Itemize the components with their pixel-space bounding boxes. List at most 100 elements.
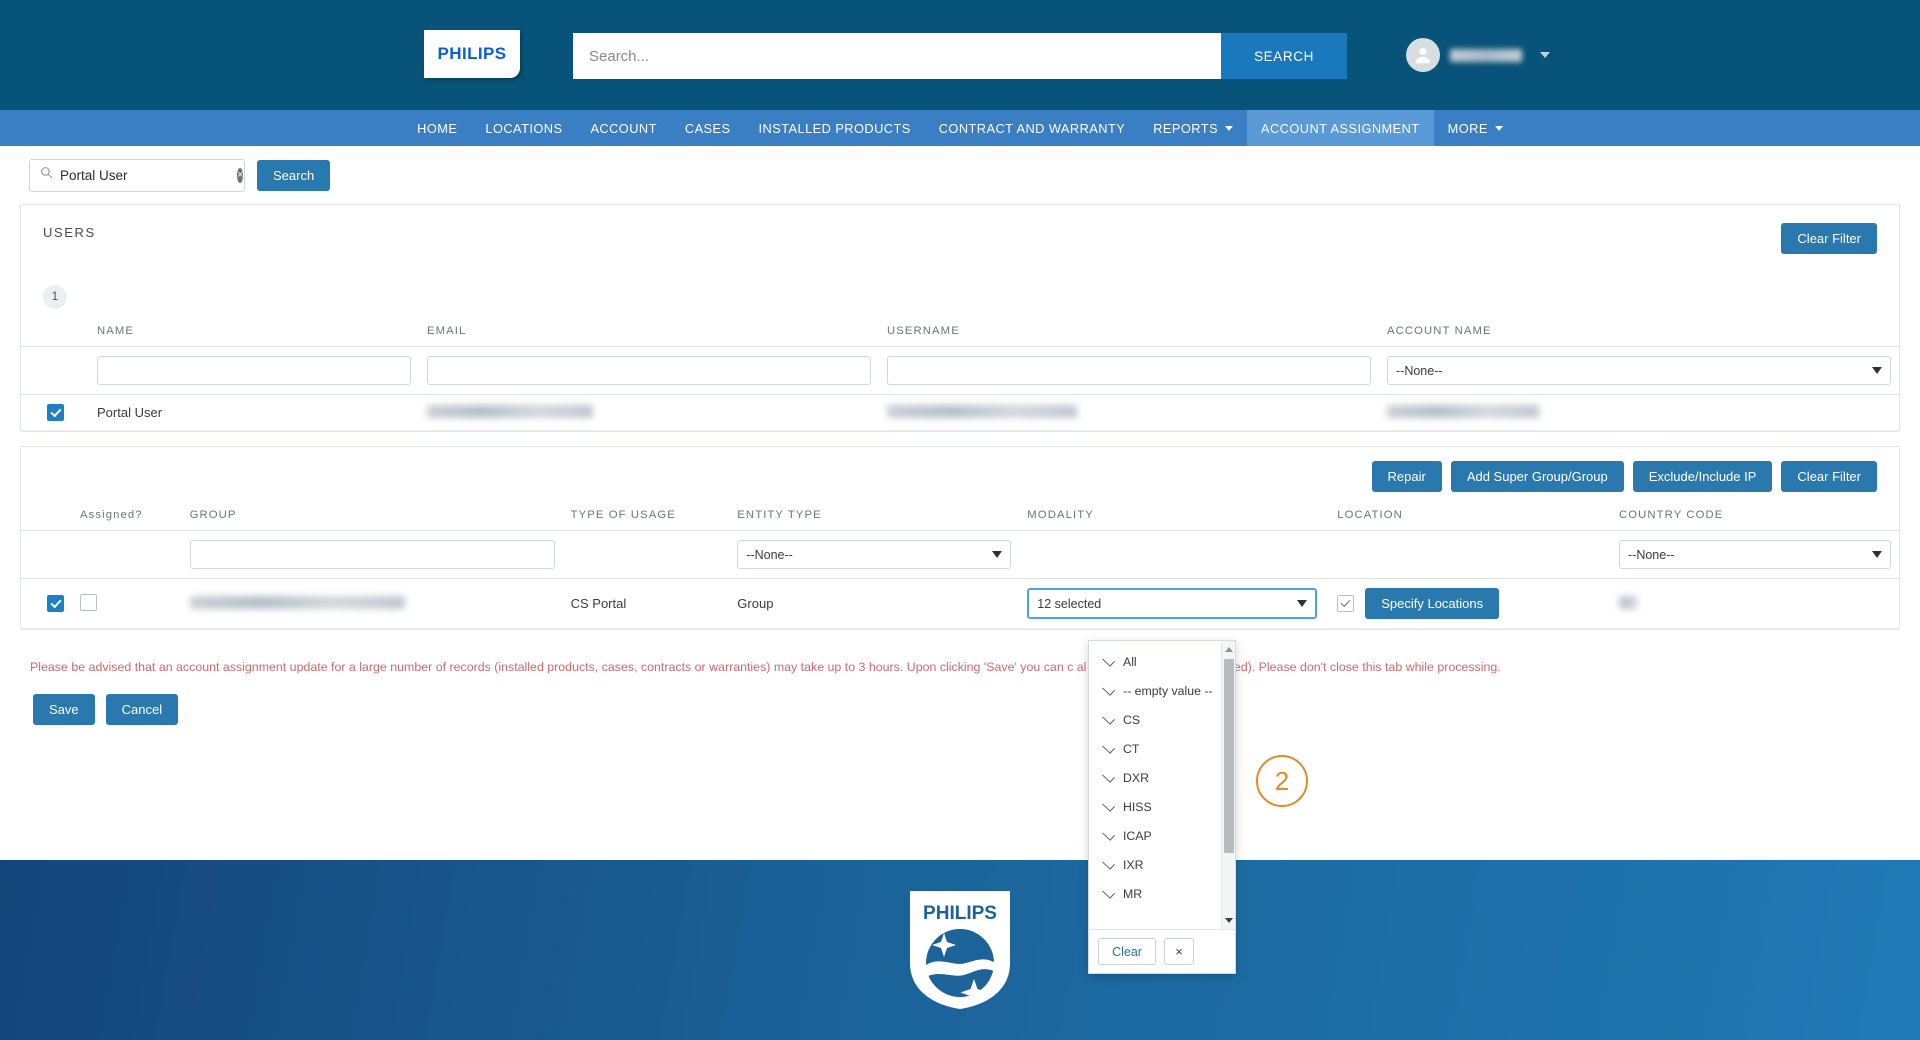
assignment-panel-header: Repair Add Super Group/Group Exclude/Inc… [21,447,1899,503]
user-menu[interactable] [1406,38,1550,72]
check-icon [1102,799,1115,812]
global-search-input[interactable] [573,33,1221,79]
email-redacted [427,405,593,418]
chevron-down-icon [1540,52,1550,58]
cell-email [419,395,879,431]
check-icon [1102,770,1115,783]
dropdown-scrollbar[interactable] [1221,641,1235,929]
selected-value: --None-- [746,548,793,562]
nav-item-reports[interactable]: REPORTS [1139,110,1247,146]
clear-filter-button[interactable]: Clear Filter [1781,223,1877,254]
nav-item-locations[interactable]: LOCATIONS [471,110,576,146]
account-name-redacted [1387,405,1539,418]
avatar [1406,38,1440,72]
nav-label: CASES [685,121,731,136]
option-label: All [1123,655,1137,669]
cancel-button[interactable]: Cancel [106,694,178,725]
modality-option-dxr[interactable]: DXR [1089,763,1235,792]
global-search-button[interactable]: SEARCH [1221,33,1347,79]
col-assigned: Assigned? [72,503,182,531]
assignment-table: Assigned? GROUP TYPE OF USAGE ENTITY TYP… [21,503,1899,629]
scroll-down-arrow-icon[interactable] [1225,918,1233,923]
table-row[interactable]: Portal User [21,395,1899,431]
modality-option-mr[interactable]: MR [1089,879,1235,908]
exclude-include-ip-button[interactable]: Exclude/Include IP [1633,461,1773,492]
nav-item-installed-products[interactable]: INSTALLED PRODUCTS [745,110,925,146]
modality-option-ixr[interactable]: IXR [1089,850,1235,879]
scroll-up-arrow-icon[interactable] [1225,647,1233,652]
assignment-table-head: Assigned? GROUP TYPE OF USAGE ENTITY TYP… [21,503,1899,531]
add-super-group-group-button[interactable]: Add Super Group/Group [1451,461,1624,492]
search-input[interactable] [60,168,237,183]
nav-label: ACCOUNT [590,121,656,136]
row-select-checkbox[interactable] [47,595,64,612]
modality-option-empty-value[interactable]: -- empty value -- [1089,676,1235,705]
processing-notice: Please be advised that an account assign… [0,644,1920,674]
nav-item-home[interactable]: HOME [403,110,471,146]
country-code-redacted [1619,596,1637,609]
nav-item-cases[interactable]: CASES [671,110,745,146]
option-label: IXR [1123,858,1144,872]
close-icon[interactable]: × [1164,938,1194,965]
nav-label: CONTRACT AND WARRANTY [939,121,1125,136]
email-filter-input[interactable] [427,356,871,385]
users-count-badge: 1 [43,285,67,309]
clear-circle-icon[interactable]: × [237,168,243,183]
filter-cell-username [879,347,1379,395]
modality-option-all[interactable]: All [1089,647,1235,676]
filter-cell-country-code: --None-- [1611,531,1899,579]
modality-option-ct[interactable]: CT [1089,734,1235,763]
col-row-select [21,503,72,531]
nav-item-account-assignment[interactable]: ACCOUNT ASSIGNMENT [1247,110,1434,146]
main-navigation: HOME LOCATIONS ACCOUNT CASES INSTALLED P… [0,110,1920,146]
scrollbar-thumb[interactable] [1224,659,1234,853]
option-label: HISS [1123,800,1152,814]
username-filter-input[interactable] [887,356,1371,385]
nav-label: HOME [417,121,457,136]
modality-multiselect[interactable]: 12 selected [1027,588,1317,619]
assigned-checkbox[interactable] [80,594,97,611]
option-label: DXR [1123,771,1149,785]
philips-shield-icon: PHILIPS [906,887,1014,1013]
cell-entity-type: Group [729,579,1019,629]
search-button[interactable]: Search [257,160,330,191]
location-checkbox[interactable] [1337,595,1354,612]
col-type-of-usage: TYPE OF USAGE [563,503,730,531]
name-filter-input[interactable] [97,356,411,385]
group-filter-input[interactable] [190,540,555,569]
clear-button[interactable]: Clear [1098,938,1156,965]
filter-cell-group [182,531,563,579]
row-select-checkbox[interactable] [47,404,64,421]
save-button[interactable]: Save [33,694,95,725]
nav-item-more[interactable]: MORE [1434,110,1517,146]
account-name-filter-select[interactable]: --None-- [1387,356,1891,385]
option-label: MR [1123,887,1142,901]
user-search-field[interactable]: × [29,159,245,192]
specify-locations-button[interactable]: Specify Locations [1365,588,1499,619]
option-label: ICAP [1123,829,1152,843]
modality-option-cs[interactable]: CS [1089,705,1235,734]
user-avatar-icon [1412,44,1434,66]
entity-type-filter-select[interactable]: --None-- [737,540,1011,569]
users-table-body: --None-- Portal User [21,347,1899,431]
chevron-down-icon [1495,126,1503,131]
nav-item-contract-and-warranty[interactable]: CONTRACT AND WARRANTY [925,110,1139,146]
clear-filter-button[interactable]: Clear Filter [1781,461,1877,492]
assignment-table-body: --None-- --None-- [21,531,1899,629]
modality-option-list: All -- empty value -- CS CT DXR HISS ICA… [1089,641,1235,929]
repair-button[interactable]: Repair [1372,461,1442,492]
selected-value: --None-- [1396,364,1443,378]
chevron-down-icon [1872,367,1882,374]
page-footer: PHILIPS [0,860,1920,1040]
row-select-cell [21,395,89,431]
modality-option-hiss[interactable]: HISS [1089,792,1235,821]
nav-item-account[interactable]: ACCOUNT [576,110,670,146]
check-icon [1102,683,1115,696]
philips-logo[interactable]: PHILIPS [424,30,520,78]
global-search-group: SEARCH [573,33,1347,79]
table-row[interactable]: CS Portal Group 12 selected Specify Loca… [21,579,1899,629]
group-redacted [190,596,405,609]
modality-option-icap[interactable]: ICAP [1089,821,1235,850]
col-location: LOCATION [1329,503,1611,531]
country-code-filter-select[interactable]: --None-- [1619,540,1891,569]
